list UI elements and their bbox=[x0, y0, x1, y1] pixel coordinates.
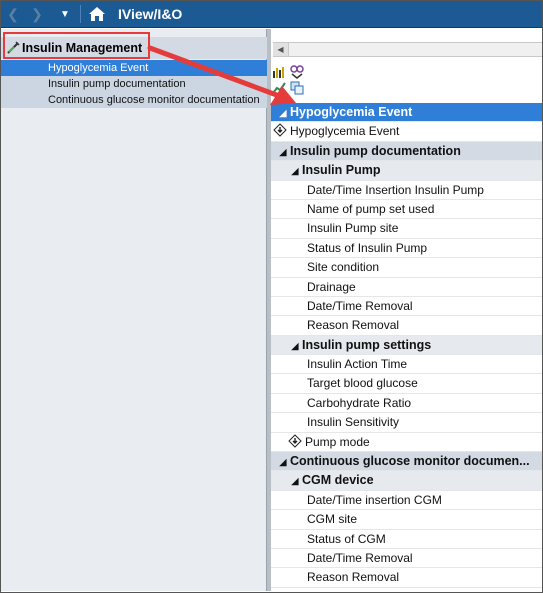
section-insulin-pump-documentation[interactable]: ◢ Insulin pump documentation bbox=[271, 141, 543, 162]
row-date-time-insertion-cgm[interactable]: Date/Time insertion CGM bbox=[271, 491, 543, 511]
navigator-item-cgm-documentation[interactable]: Continuous glucose monitor documentation bbox=[0, 92, 267, 108]
powerform-row-hypoglycemia-event[interactable]: Hypoglycemia Event bbox=[271, 122, 543, 142]
chart-icon[interactable] bbox=[272, 65, 286, 79]
navigator-section-list: Hypoglycemia Event Insulin pump document… bbox=[0, 60, 267, 108]
row-reason-removal-pump[interactable]: Reason Removal bbox=[271, 316, 543, 336]
graph-icon[interactable] bbox=[272, 81, 286, 95]
title-bar: ❮ ❯ ▼ IView/I&O bbox=[0, 0, 543, 28]
flowsheet-icon[interactable] bbox=[290, 65, 304, 79]
annotation-highlight-box bbox=[3, 32, 150, 59]
collapse-triangle-icon[interactable]: ◢ bbox=[288, 472, 302, 489]
row-name-of-pump-set-used[interactable]: Name of pump set used bbox=[271, 200, 543, 220]
collapse-triangle-icon[interactable]: ◢ bbox=[276, 104, 290, 121]
row-carbohydrate-ratio[interactable]: Carbohydrate Ratio bbox=[271, 394, 543, 414]
powerform-icon bbox=[273, 123, 287, 138]
subsection-insulin-pump[interactable]: ◢ Insulin Pump bbox=[271, 161, 543, 181]
row-insulin-pump-site[interactable]: Insulin Pump site bbox=[271, 219, 543, 239]
page-title: IView/I&O bbox=[118, 6, 183, 22]
copy-icon[interactable] bbox=[290, 81, 304, 95]
row-insulin-sensitivity[interactable]: Insulin Sensitivity bbox=[271, 413, 543, 433]
navigator-item-insulin-pump-documentation[interactable]: Insulin pump documentation bbox=[0, 76, 267, 92]
row-reason-removal-cgm[interactable]: Reason Removal bbox=[271, 568, 543, 588]
row-drainage[interactable]: Drainage bbox=[271, 278, 543, 297]
scroll-left-icon[interactable]: ◀ bbox=[273, 43, 289, 56]
row-status-of-insulin-pump[interactable]: Status of Insulin Pump bbox=[271, 239, 543, 259]
flowsheet-rows: ◢ Hypoglycemia Event Hypoglycemia Event ◢… bbox=[271, 103, 543, 588]
row-date-time-removal-cgm[interactable]: Date/Time Removal bbox=[271, 549, 543, 569]
toolbar-separator bbox=[80, 5, 81, 23]
row-status-of-cgm[interactable]: Status of CGM bbox=[271, 530, 543, 549]
navigator-item-hypoglycemia-event[interactable]: Hypoglycemia Event bbox=[0, 60, 267, 76]
row-insulin-action-time[interactable]: Insulin Action Time bbox=[271, 355, 543, 375]
powerform-row-pump-mode[interactable]: Pump mode bbox=[271, 433, 543, 453]
home-icon[interactable] bbox=[88, 5, 106, 23]
section-hypoglycemia-event[interactable]: ◢ Hypoglycemia Event bbox=[271, 103, 543, 123]
subsection-insulin-pump-settings[interactable]: ◢ Insulin pump settings bbox=[271, 335, 543, 356]
caret-down-icon[interactable]: ▼ bbox=[54, 0, 76, 28]
section-cgm-documentation[interactable]: ◢ Continuous glucose monitor documen... bbox=[271, 452, 543, 472]
chevron-right-icon[interactable]: ❯ bbox=[26, 0, 48, 28]
collapse-triangle-icon[interactable]: ◢ bbox=[288, 337, 302, 354]
navigator-panel: Insulin Management Hypoglycemia Event In… bbox=[0, 29, 267, 591]
horizontal-scrollbar[interactable]: ◀ bbox=[273, 42, 543, 57]
collapse-triangle-icon[interactable]: ◢ bbox=[276, 453, 290, 470]
row-date-time-removal-pump[interactable]: Date/Time Removal bbox=[271, 297, 543, 317]
flowsheet-toolbar bbox=[271, 63, 331, 97]
collapse-triangle-icon[interactable]: ◢ bbox=[288, 162, 302, 179]
row-site-condition[interactable]: Site condition bbox=[271, 258, 543, 278]
flowsheet-panel: ◀ ◢ Hypoglycemia Event Hypoglycemia Event… bbox=[271, 29, 543, 591]
collapse-triangle-icon[interactable]: ◢ bbox=[276, 143, 290, 160]
row-target-blood-glucose[interactable]: Target blood glucose bbox=[271, 374, 543, 394]
row-cgm-site[interactable]: CGM site bbox=[271, 510, 543, 530]
subsection-cgm-device[interactable]: ◢ CGM device bbox=[271, 471, 543, 491]
powerform-icon bbox=[288, 433, 302, 448]
chevron-left-icon[interactable]: ❮ bbox=[2, 0, 24, 28]
row-date-time-insertion-insulin-pump[interactable]: Date/Time Insertion Insulin Pump bbox=[271, 181, 543, 200]
